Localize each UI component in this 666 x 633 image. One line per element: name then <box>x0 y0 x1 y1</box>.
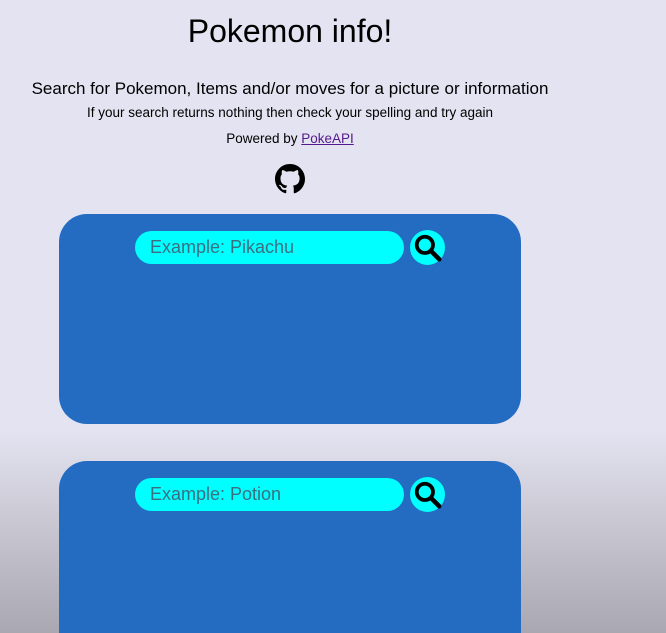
pokemon-search-input[interactable] <box>135 231 404 264</box>
search-icon <box>414 234 441 261</box>
pokemon-search-button[interactable] <box>410 230 445 265</box>
page-header: Pokemon info! Search for Pokemon, Items … <box>0 0 580 194</box>
spelling-hint: If your search returns nothing then chec… <box>87 105 493 120</box>
pokemon-search-row <box>135 230 445 265</box>
item-search-card <box>59 461 521 633</box>
page-subtitle: Search for Pokemon, Items and/or moves f… <box>31 79 549 98</box>
item-search-button[interactable] <box>410 477 445 512</box>
pokemon-search-card <box>59 214 521 424</box>
github-icon <box>275 164 305 194</box>
pokeapi-link[interactable]: PokeAPI <box>301 131 354 146</box>
github-link[interactable] <box>275 164 305 194</box>
item-search-row <box>135 477 445 512</box>
item-search-input[interactable] <box>135 478 404 511</box>
powered-by: Powered by PokeAPI <box>0 130 580 148</box>
search-icon <box>414 481 441 508</box>
page-title: Pokemon info! <box>187 13 393 49</box>
powered-by-label: Powered by <box>226 131 302 146</box>
